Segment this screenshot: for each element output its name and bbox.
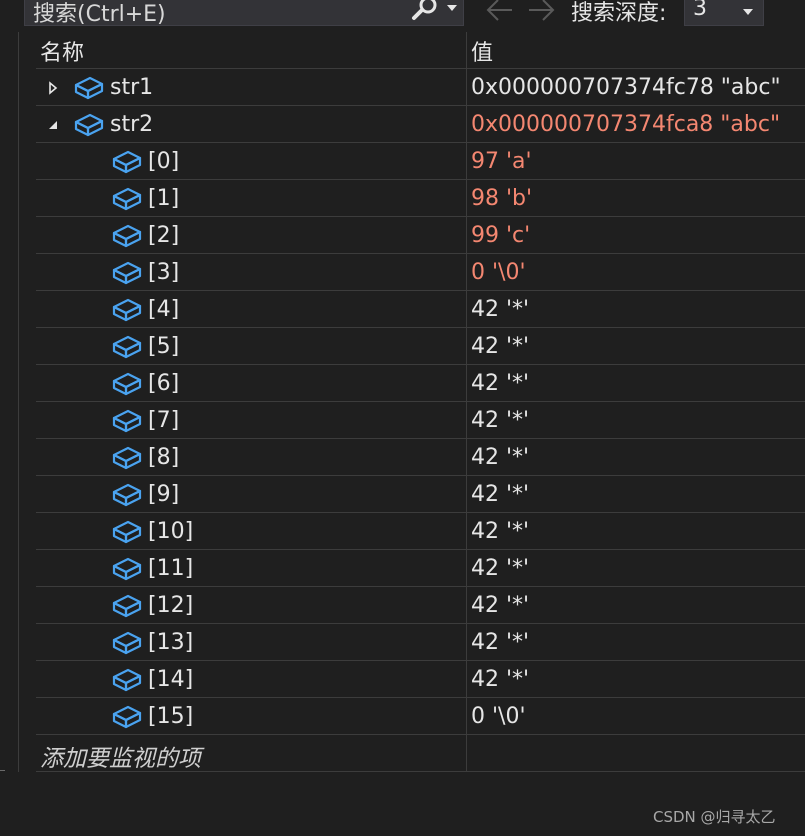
watch-row-name: str1 [110,75,154,100]
watch-row[interactable]: [4] 42 '*' [36,291,805,328]
add-watch-row[interactable]: 添加要监视的项 [36,735,805,772]
watch-row-name: [4] [148,297,180,322]
watch-row[interactable]: [9] 42 '*' [36,476,805,513]
watch-row-value[interactable]: 0 '\0' [471,704,526,729]
arrow-left-icon[interactable] [484,0,514,24]
variable-object-icon [112,701,142,729]
grid-header: 名称 值 [36,32,805,69]
expander-collapsed-icon[interactable] [46,80,60,95]
variable-object-icon [112,146,142,174]
variable-object-icon [112,257,142,285]
variable-object-icon [112,590,142,618]
watch-row-value[interactable]: 42 '*' [471,630,529,655]
watch-row-value[interactable]: 42 '*' [471,334,529,359]
watch-toolbar: 搜索(Ctrl+E) 搜索深度: 3 [0,0,805,30]
variable-object-icon [112,627,142,655]
search-depth-select[interactable]: 3 [684,0,764,26]
search-placeholder: 搜索(Ctrl+E) [33,2,166,27]
variable-object-icon [112,183,142,211]
watch-row[interactable]: [13] 42 '*' [36,624,805,661]
left-tick [0,770,5,771]
watch-row[interactable]: [11] 42 '*' [36,550,805,587]
watch-row[interactable]: [14] 42 '*' [36,661,805,698]
watch-row-name: [10] [148,519,194,544]
watch-row-value[interactable]: 42 '*' [471,556,529,581]
watch-row-name: [2] [148,223,180,248]
variable-object-icon [112,368,142,396]
variable-object-icon [112,516,142,544]
watch-row-value[interactable]: 42 '*' [471,371,529,396]
variable-object-icon [112,553,142,581]
watch-row-name: [7] [148,408,180,433]
variable-object-icon [112,294,142,322]
watch-row-name: [5] [148,334,180,359]
column-header-value[interactable]: 值 [471,35,493,67]
add-watch-placeholder: 添加要监视的项 [40,746,201,772]
watch-row[interactable]: [1] 98 'b' [36,180,805,217]
watch-row-name: [0] [148,149,180,174]
watch-row-name: [15] [148,704,194,729]
watch-row[interactable]: [7] 42 '*' [36,402,805,439]
watch-row[interactable]: [0] 97 'a' [36,143,805,180]
watch-row[interactable]: [10] 42 '*' [36,513,805,550]
watch-row[interactable]: [6] 42 '*' [36,365,805,402]
arrow-right-icon[interactable] [527,0,557,24]
watch-row-value[interactable]: 99 'c' [471,223,530,248]
watch-row[interactable]: [8] 42 '*' [36,439,805,476]
watermark: CSDN @归寻太乙 [653,808,776,826]
column-header-name[interactable]: 名称 [40,35,84,67]
variable-object-icon [112,664,142,692]
watch-row-value[interactable]: 42 '*' [471,519,529,544]
watch-row-name: [9] [148,482,180,507]
search-icon[interactable] [409,0,439,21]
watch-row-name: [3] [148,260,180,285]
watch-row-name: [1] [148,186,180,211]
watch-row-value[interactable]: 98 'b' [471,186,532,211]
watch-row[interactable]: [2] 99 'c' [36,217,805,254]
watch-row[interactable]: [3] 0 '\0' [36,254,805,291]
watch-row-value[interactable]: 42 '*' [471,445,529,470]
watch-row[interactable]: str2 0x000000707374fca8 "abc" [36,106,805,143]
watch-row-name: [8] [148,445,180,470]
watch-row-value[interactable]: 97 'a' [471,149,532,174]
watch-row-value[interactable]: 42 '*' [471,593,529,618]
watch-row[interactable]: [12] 42 '*' [36,587,805,624]
watch-row-name: [14] [148,667,194,692]
chevron-down-icon [743,9,753,15]
watch-row-value[interactable]: 42 '*' [471,667,529,692]
chevron-down-icon[interactable] [445,3,459,13]
watch-row-value[interactable]: 0x000000707374fc78 "abc" [471,75,781,100]
watch-row-value[interactable]: 42 '*' [471,408,529,433]
search-depth-label: 搜索深度: [571,1,667,26]
variable-object-icon [112,479,142,507]
variable-object-icon [112,442,142,470]
watch-row-name: [13] [148,630,194,655]
left-border [18,32,19,772]
watch-row[interactable]: [15] 0 '\0' [36,698,805,735]
search-depth-value: 3 [693,0,707,21]
variable-object-icon [112,220,142,248]
watch-row-name: [12] [148,593,194,618]
watch-row-value[interactable]: 42 '*' [471,482,529,507]
watch-row[interactable]: [5] 42 '*' [36,328,805,365]
watch-row-name: [11] [148,556,194,581]
watch-row-value[interactable]: 0x000000707374fca8 "abc" [471,112,780,137]
variable-object-icon [74,109,104,137]
watch-row[interactable]: str1 0x000000707374fc78 "abc" [36,69,805,106]
watch-row-name: str2 [110,112,154,137]
variable-object-icon [74,72,104,100]
watch-row-value[interactable]: 0 '\0' [471,260,526,285]
variable-object-icon [112,405,142,433]
watch-row-value[interactable]: 42 '*' [471,297,529,322]
variable-object-icon [112,331,142,359]
watch-row-name: [6] [148,371,180,396]
search-input[interactable]: 搜索(Ctrl+E) [24,0,464,27]
expander-expanded-icon[interactable] [46,117,60,131]
